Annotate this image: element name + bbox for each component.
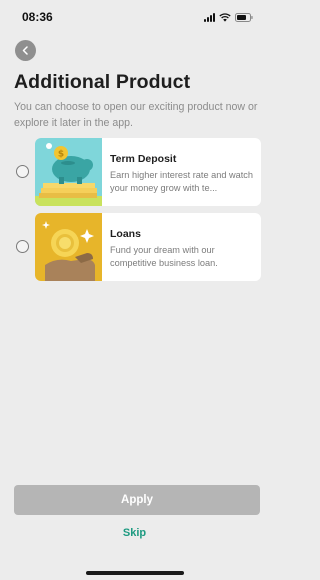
loans-radio[interactable] xyxy=(16,240,29,253)
status-bar: 08:36 xyxy=(0,0,269,34)
chevron-left-icon xyxy=(22,46,28,55)
term-deposit-radio[interactable] xyxy=(16,165,29,178)
cellular-signal-icon xyxy=(204,12,215,22)
battery-icon xyxy=(235,12,253,22)
apply-button[interactable]: Apply xyxy=(14,485,260,515)
status-time: 08:36 xyxy=(22,10,53,24)
page-title: Additional Product xyxy=(14,71,191,93)
loans-title: Loans xyxy=(110,228,141,240)
piggy-bank-icon: $ xyxy=(35,138,102,206)
status-icons xyxy=(204,12,253,22)
skip-link[interactable]: Skip xyxy=(0,527,269,539)
coin-hand-icon xyxy=(35,213,102,281)
home-indicator xyxy=(86,571,184,575)
loans-card[interactable]: Loans Fund your dream with our competiti… xyxy=(35,213,261,281)
term-deposit-card[interactable]: $ Term Deposit Earn higher interest rate… xyxy=(35,138,261,206)
page-subtitle: You can choose to open our exciting prod… xyxy=(14,101,258,129)
term-deposit-title: Term Deposit xyxy=(110,153,177,165)
loans-description: Fund your dream with our competitive bus… xyxy=(110,245,218,268)
back-button[interactable] xyxy=(15,40,36,61)
product-option-loans[interactable]: Loans Fund your dream with our competiti… xyxy=(0,213,269,281)
wifi-icon xyxy=(219,12,231,22)
term-deposit-description: Earn higher interest rate and watch your… xyxy=(110,170,253,193)
product-option-term-deposit[interactable]: $ Term Deposit Earn higher interest rate… xyxy=(0,138,269,206)
svg-text:$: $ xyxy=(58,150,64,160)
